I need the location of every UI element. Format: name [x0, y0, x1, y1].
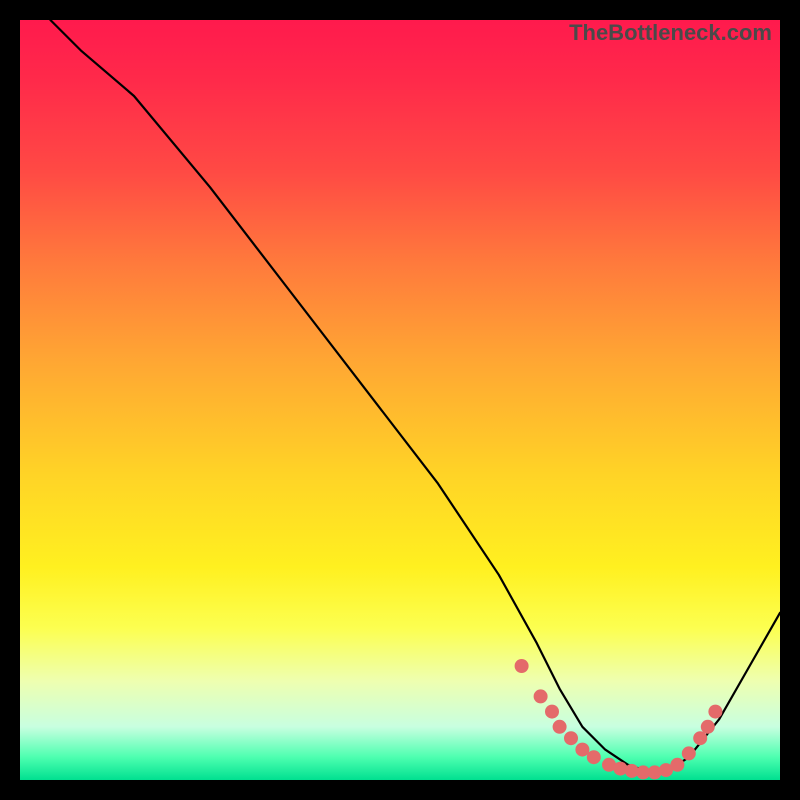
- data-point: [701, 720, 715, 734]
- bottleneck-curve: [50, 20, 780, 772]
- data-point: [515, 659, 529, 673]
- data-point: [575, 743, 589, 757]
- data-point: [693, 731, 707, 745]
- plot-area: TheBottleneck.com: [20, 20, 780, 780]
- data-points: [515, 659, 723, 779]
- data-point: [708, 705, 722, 719]
- data-point: [545, 705, 559, 719]
- data-point: [682, 746, 696, 760]
- data-point: [564, 731, 578, 745]
- curve-layer: [20, 20, 780, 780]
- chart-stage: TheBottleneck.com: [0, 0, 800, 800]
- data-point: [587, 750, 601, 764]
- data-point: [534, 689, 548, 703]
- data-point: [670, 758, 684, 772]
- data-point: [553, 720, 567, 734]
